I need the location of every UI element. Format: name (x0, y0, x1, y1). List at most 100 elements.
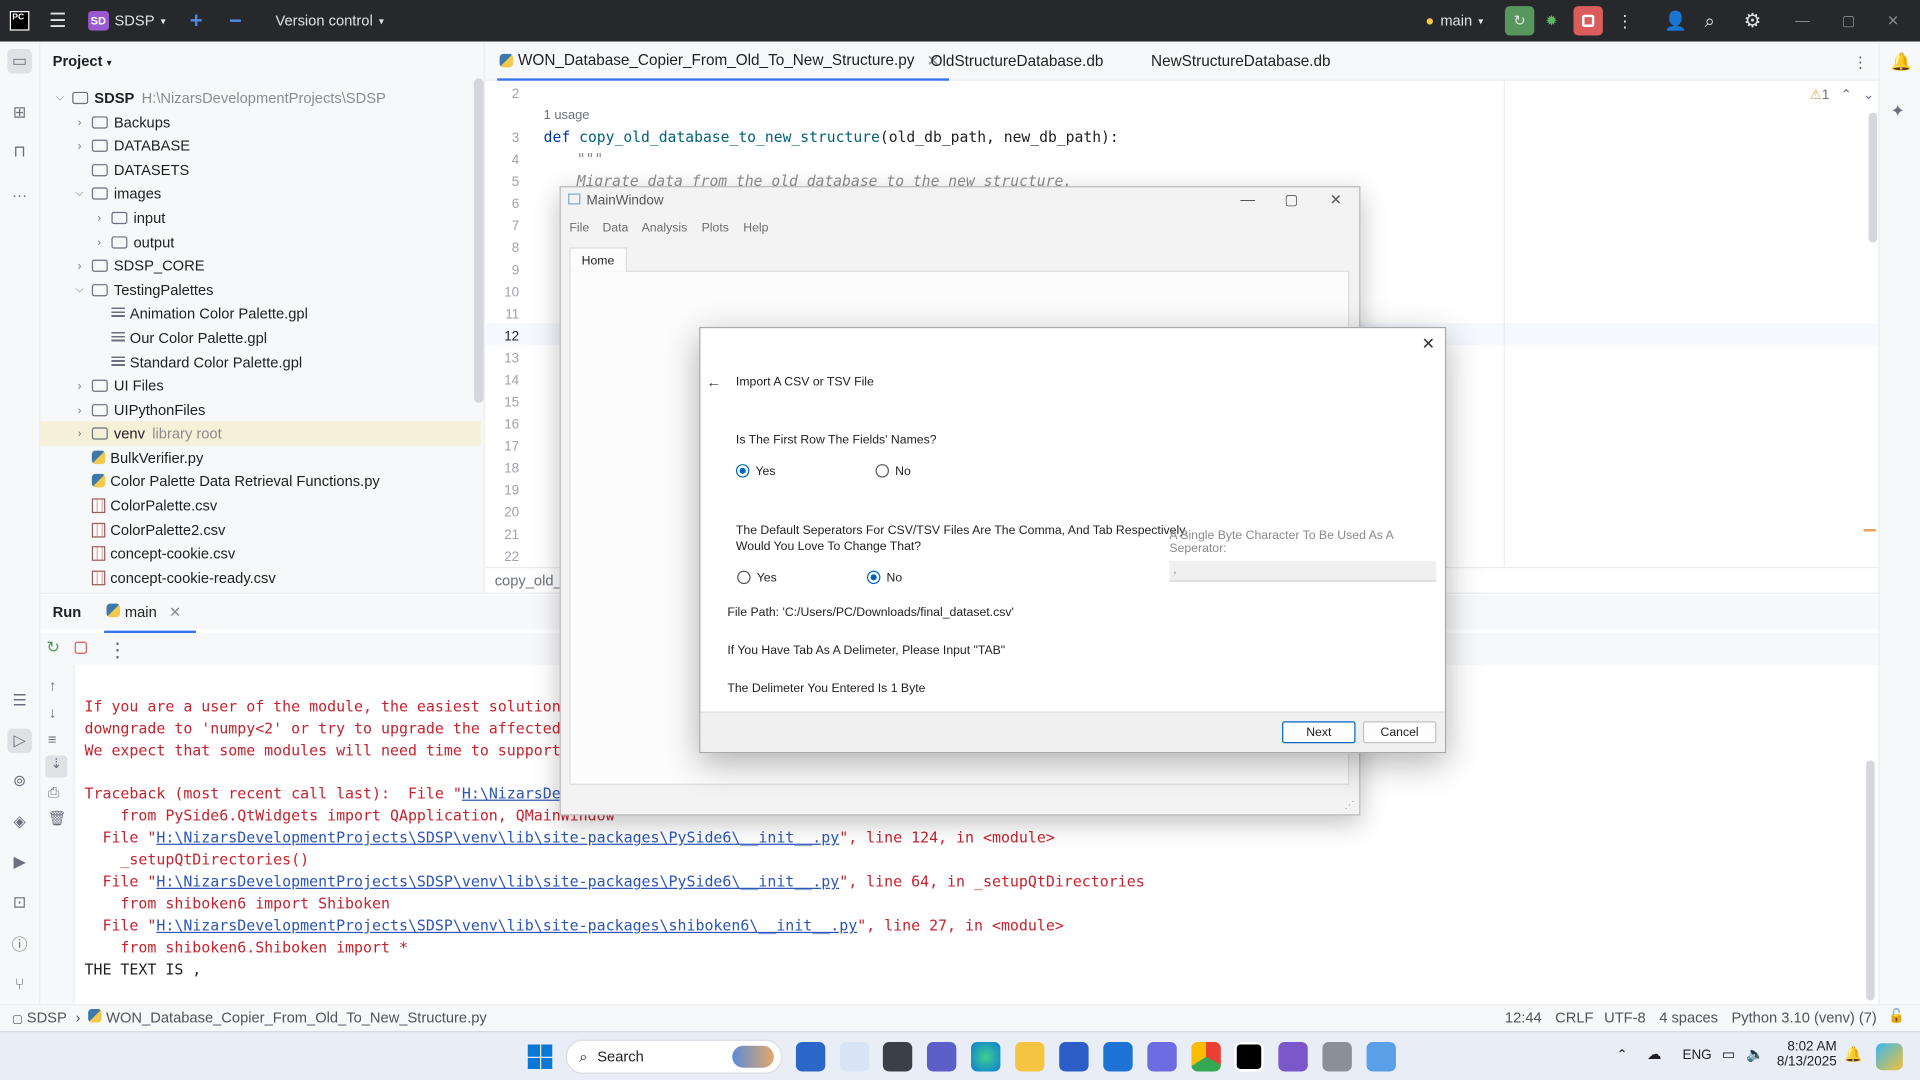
print-icon[interactable]: ⎙ (48, 784, 60, 802)
editor-tab[interactable]: OldStructureDatabase.db (931, 42, 1104, 81)
notification-bell-icon[interactable]: 🔔 (1844, 1046, 1862, 1063)
editor-scrollbar[interactable] (1868, 112, 1878, 243)
close-run-tab-icon[interactable]: ✕ (169, 604, 181, 621)
menu-help[interactable]: Help (743, 222, 768, 235)
add-icon[interactable]: + (190, 0, 203, 42)
mw-maximize-icon[interactable]: ▢ (1285, 191, 1299, 208)
more-icon[interactable]: ⋮ (1616, 0, 1633, 42)
file-encoding[interactable]: UTF-8 (1604, 1009, 1646, 1026)
change-sep-no-radio[interactable] (866, 570, 881, 585)
tree-item[interactable]: › venv library root (40, 421, 482, 446)
edge-app-icon[interactable] (971, 1042, 1001, 1072)
traceback-link[interactable]: H:\NizarsDevelopmentProjects\SDSP\venv\l… (156, 873, 839, 890)
change-sep-yes-radio[interactable] (737, 570, 751, 585)
copilot-app-icon[interactable] (1147, 1042, 1177, 1072)
tree-item[interactable]: › Backups (40, 110, 481, 134)
traceback-link[interactable]: H:\NizarsDevelopmentProjects\SDSP\venv\l… (156, 917, 857, 934)
next-button[interactable]: Next (1282, 721, 1356, 744)
branch-selector[interactable]: ● main ▾ (1425, 0, 1483, 42)
rerun-icon[interactable]: ↻ (47, 638, 60, 658)
clock[interactable]: 8:02 AM 8/13/2025 (1771, 1040, 1837, 1069)
tray-chevron-icon[interactable]: ⌃ (1616, 1047, 1627, 1063)
pycharm-app-icon[interactable] (1234, 1042, 1264, 1072)
layers-icon[interactable]: ◈ (7, 809, 31, 833)
tabs-more-icon[interactable]: ⋮ (1853, 42, 1868, 81)
services-icon[interactable]: ▶ (7, 850, 31, 874)
header-no-label[interactable]: No (895, 465, 911, 478)
cancel-button[interactable]: Cancel (1362, 721, 1437, 744)
header-yes-radio[interactable] (735, 464, 750, 478)
stop-button[interactable] (1573, 6, 1603, 36)
unity-app-icon[interactable] (882, 1042, 913, 1072)
vcs-menu[interactable]: Version control ▾ (276, 0, 384, 42)
main-menu-icon[interactable]: ☰ (49, 0, 67, 42)
traceback-link[interactable]: H:\NizarsDevelopmentProjects\SDSP\venv\l… (156, 829, 839, 846)
soft-wrap-icon[interactable]: ≡ (48, 731, 57, 748)
cursor-position[interactable]: 12:44 (1505, 1009, 1542, 1026)
start-icon[interactable] (527, 1044, 553, 1069)
search-icon[interactable]: ⌕ (1705, 0, 1715, 42)
word-app-icon[interactable] (840, 1042, 870, 1072)
copilot-tray-icon[interactable] (1875, 1043, 1903, 1071)
language-indicator[interactable]: ENG (1682, 1048, 1711, 1063)
tree-item[interactable]: › SDSP_CORE (40, 253, 481, 277)
menu-file[interactable]: File (569, 222, 589, 235)
run-icon[interactable]: ▷ (7, 728, 32, 754)
rerun-button[interactable]: ↻ (1504, 6, 1535, 36)
tray-app-icon[interactable]: ☁ (1647, 1046, 1662, 1063)
console-scrollbar[interactable] (1866, 760, 1875, 1001)
more-tools-icon[interactable]: … (7, 179, 31, 203)
tree-item[interactable]: Standard Color Palette.gpl (40, 350, 481, 374)
notifications-icon[interactable]: 🔔 (1891, 51, 1912, 72)
tree-item[interactable]: ⌵ TestingPalettes (40, 278, 481, 302)
header-no-radio[interactable] (875, 464, 889, 478)
trash-icon[interactable]: 🗑 (48, 809, 67, 826)
network-icon[interactable]: ▭ (1722, 1046, 1736, 1063)
tree-item[interactable]: BulkVerifier.py (40, 446, 481, 470)
ai-assistant-icon[interactable]: ✦ (1891, 100, 1905, 121)
stop-icon[interactable] (74, 641, 87, 654)
teams-app-icon[interactable] (926, 1042, 957, 1072)
dialog-close-icon[interactable]: ✕ (1422, 334, 1435, 354)
tree-item[interactable]: › UIPythonFiles (40, 398, 481, 422)
structure-icon[interactable]: ⊞ (7, 100, 31, 124)
volume-icon[interactable]: 🔈 (1746, 1046, 1764, 1063)
mw-close-icon[interactable]: ✕ (1330, 191, 1342, 208)
tree-item[interactable]: ColorPalette2.csv (40, 518, 481, 542)
back-arrow-icon[interactable]: ← (707, 373, 722, 390)
add-user-icon[interactable]: 👤 (1664, 0, 1687, 42)
minus-icon[interactable]: − (229, 0, 242, 42)
bookmarks-icon[interactable]: ⊓ (7, 140, 31, 164)
python-app-icon[interactable] (1322, 1042, 1352, 1072)
problems-icon[interactable]: ⓘ (7, 931, 31, 955)
editor-tab-active[interactable]: WON_Database_Copier_From_Old_To_New_Stru… (497, 42, 950, 81)
tree-item[interactable]: DATASETS (40, 158, 481, 182)
lock-icon[interactable]: 🔓 (1888, 1008, 1905, 1024)
close-icon[interactable]: ✕ (1887, 0, 1899, 42)
tree-item[interactable]: concept-cookie.csv (40, 541, 481, 565)
tree-item[interactable]: › DATABASE (40, 133, 481, 157)
mw-minimize-icon[interactable]: — (1240, 191, 1255, 208)
settings-icon[interactable]: ⚙ (1744, 0, 1762, 42)
line-separator[interactable]: CRLF (1555, 1009, 1593, 1026)
tree-item[interactable]: ColorPalette.csv (40, 493, 481, 517)
tab-home[interactable]: Home (569, 247, 627, 272)
editor-tab[interactable]: NewStructureDatabase.db (1151, 42, 1331, 81)
change-sep-yes-label[interactable]: Yes (757, 572, 777, 585)
run-more-icon[interactable]: ⋮ (108, 638, 128, 662)
minimize-icon[interactable]: — (1795, 0, 1810, 42)
maximize-icon[interactable]: ▢ (1842, 0, 1856, 42)
tree-root[interactable]: ⌵ SDSP H:\NizarsDevelopmentProjects\SDSP (40, 86, 481, 110)
tree-item[interactable]: concept-cookie-ready.csv (40, 566, 481, 590)
tree-item[interactable]: ⌵ images (40, 181, 481, 205)
python-interpreter[interactable]: Python 3.10 (venv) (7) (1731, 1009, 1876, 1026)
mail-app-icon[interactable] (1103, 1042, 1133, 1072)
change-sep-no-label[interactable]: No (887, 572, 903, 585)
tree-item[interactable]: › UI Files (40, 373, 481, 397)
tree-item[interactable]: Color Palette Data Retrieval Functions.p… (40, 469, 481, 493)
usage-hint[interactable]: 1 usage (544, 108, 590, 123)
scroll-down-icon[interactable]: ↓ (49, 704, 56, 721)
debug-icon[interactable]: ✹ (1545, 0, 1557, 42)
scroll-up-icon[interactable]: ↑ (49, 677, 56, 694)
menu-plots[interactable]: Plots (702, 222, 729, 235)
